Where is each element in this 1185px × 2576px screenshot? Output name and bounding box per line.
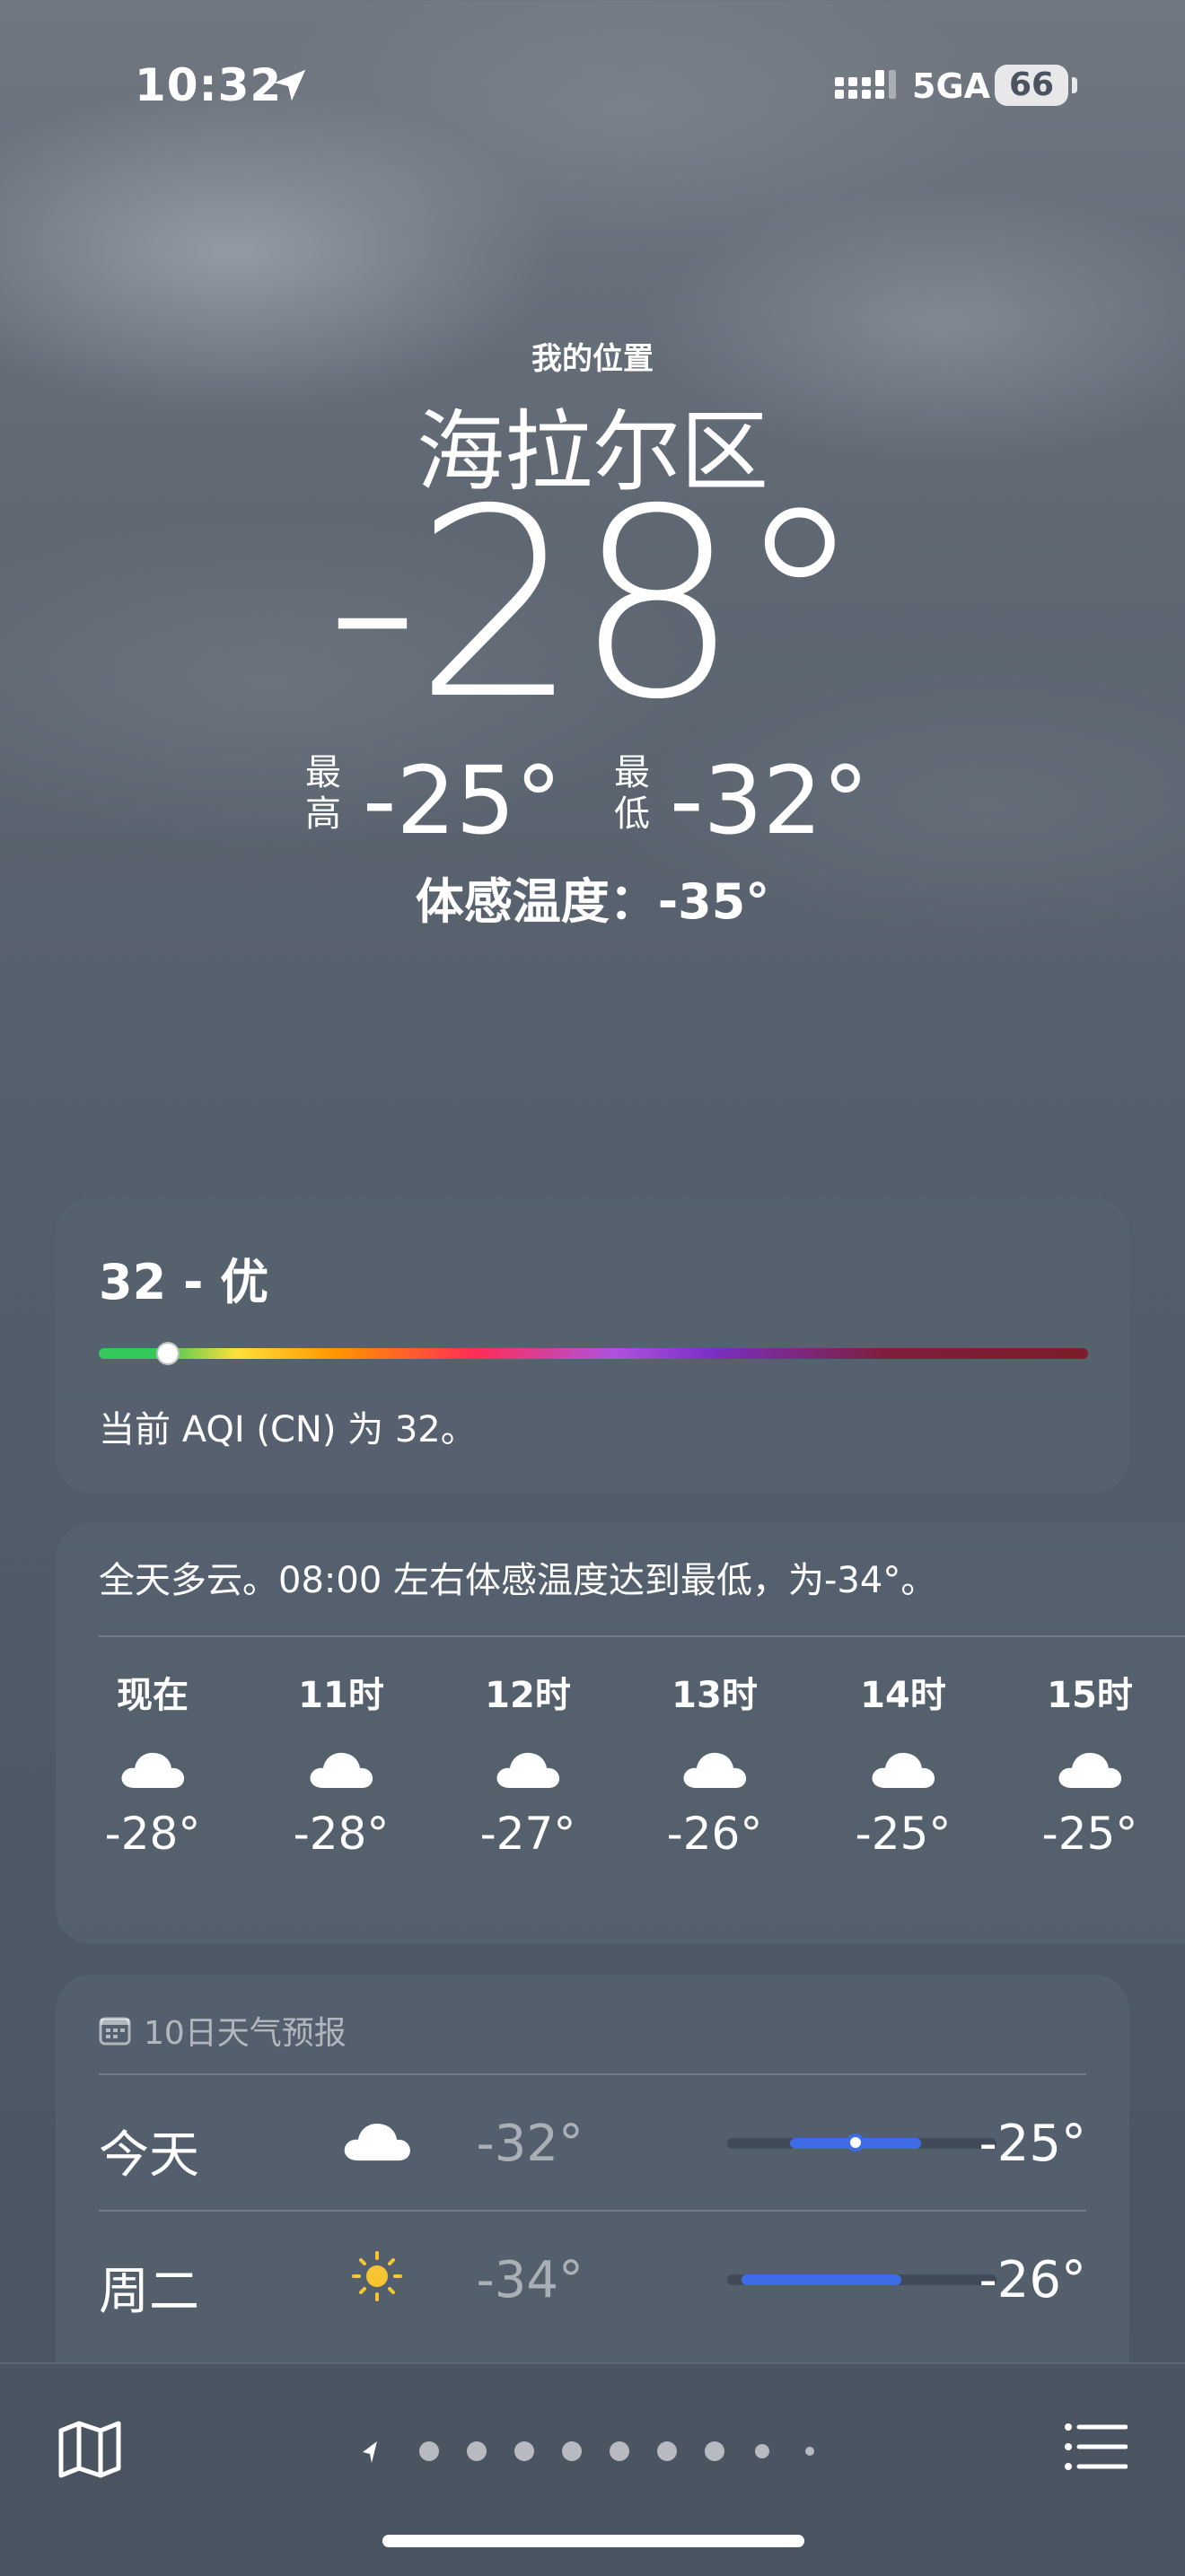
location-subtitle: 我的位置	[531, 341, 654, 377]
forecast-low: -32°	[476, 2115, 584, 2173]
feels-like: 体感温度：-35°	[415, 873, 770, 930]
hour-temp: -28°	[293, 1808, 390, 1860]
aqi-value: 32 - 优	[99, 1254, 269, 1310]
forecast-low: -34°	[476, 2251, 584, 2309]
location-arrow-icon	[363, 2441, 377, 2463]
forecast-header: 10日天气预报	[99, 2007, 347, 2054]
hourly-card[interactable]: 全天多云。08:00 左右体感温度达到最低，为-34°。 现在 -28° 11时…	[56, 1522, 1185, 1944]
calendar-icon	[99, 2017, 131, 2046]
hour-item[interactable]: 11时 -28°	[269, 1666, 413, 1860]
aqi-card[interactable]: 32 - 优 当前 AQI (CN) 为 32。	[56, 1197, 1129, 1494]
forecast-header-label: 10日天气预报	[144, 2015, 347, 2052]
forecast-current-marker	[847, 2134, 865, 2151]
hour-temp: -25°	[855, 1808, 952, 1860]
hour-item[interactable]: 14时 -25°	[831, 1666, 975, 1860]
cloud-icon	[872, 1752, 935, 1788]
low-label: 最低	[614, 752, 650, 835]
sun-icon	[352, 2251, 402, 2301]
map-icon[interactable]	[57, 2420, 122, 2479]
forecast-range-fill	[742, 2274, 901, 2285]
cloud-icon	[310, 1752, 373, 1788]
forecast-range-track	[727, 2274, 996, 2285]
aqi-description: 当前 AQI (CN) 为 32。	[99, 1409, 477, 1450]
forecast-high: -26°	[979, 2251, 1086, 2309]
high-temperature: -25°	[363, 746, 562, 855]
battery-tip	[1072, 77, 1077, 93]
hour-item[interactable]: 12时 -27°	[456, 1666, 600, 1860]
hour-label: 12时	[485, 1675, 571, 1716]
hour-item[interactable]: 15时 -25°	[1018, 1666, 1162, 1860]
battery-indicator: 66	[995, 65, 1068, 106]
status-time: 10:32	[135, 59, 283, 111]
current-temperature: -28°	[325, 454, 865, 757]
list-icon[interactable]	[1063, 2420, 1128, 2474]
page-indicator[interactable]	[359, 2438, 826, 2465]
hourly-summary: 全天多云。08:00 左右体感温度达到最低，为-34°。	[99, 1560, 937, 1601]
forecast-high: -25°	[979, 2115, 1086, 2173]
home-indicator[interactable]	[382, 2535, 804, 2547]
hour-temp: -28°	[104, 1808, 201, 1860]
hourly-divider	[99, 1635, 1185, 1637]
hour-item[interactable]: 13时 -26°	[643, 1666, 786, 1860]
signal-icon	[835, 70, 896, 99]
low-temperature: -32°	[670, 746, 869, 855]
hour-label: 现在	[117, 1675, 189, 1716]
forecast-day: 今天	[99, 2126, 199, 2185]
network-type: 5GA	[912, 66, 991, 106]
cloud-icon	[121, 1752, 185, 1788]
forecast-range-track	[727, 2134, 996, 2151]
aqi-marker	[156, 1342, 180, 1365]
aqi-scale-bar	[99, 1342, 1088, 1365]
hour-label: 13时	[672, 1675, 758, 1716]
location-arrow-icon	[274, 69, 306, 101]
hour-temp: -25°	[1041, 1808, 1138, 1860]
hour-label: 11时	[298, 1675, 384, 1716]
hour-item[interactable]: 现在 -28°	[81, 1666, 224, 1860]
cloud-icon	[496, 1752, 560, 1788]
forecast-row-today[interactable]: 今天 -32° -25°	[99, 2075, 1086, 2210]
hour-temp: -26°	[666, 1808, 763, 1860]
forecast-row-tue[interactable]: 周二 -34° -26°	[99, 2212, 1086, 2346]
high-label: 最高	[305, 752, 341, 835]
cloud-icon	[1058, 1752, 1122, 1788]
hour-label: 15时	[1047, 1675, 1133, 1716]
hour-temp: -27°	[479, 1808, 576, 1860]
cloud-icon	[683, 1752, 747, 1788]
forecast-card[interactable]: 10日天气预报 今天 -32° -25° 周二 -34° -26°	[56, 1975, 1129, 2423]
hour-label: 14时	[860, 1675, 946, 1716]
cloud-icon	[344, 2123, 410, 2161]
forecast-day: 周二	[99, 2263, 199, 2321]
